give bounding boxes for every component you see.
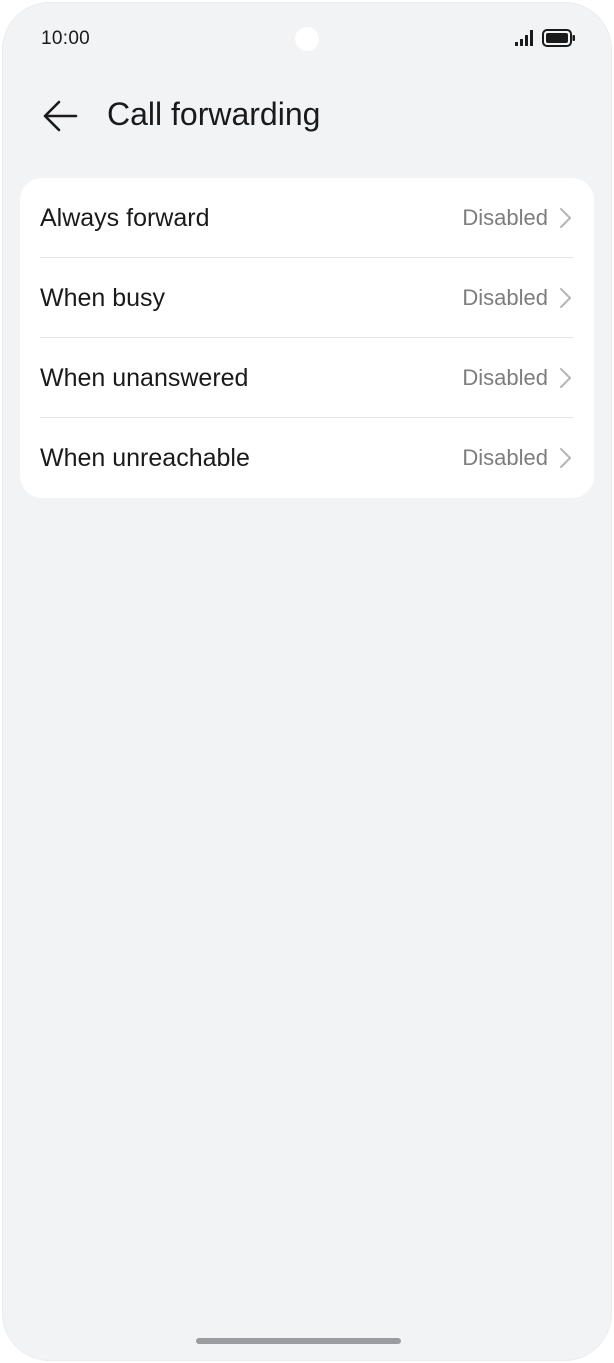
chevron-right-icon xyxy=(560,208,571,228)
page-title: Call forwarding xyxy=(107,96,321,132)
option-label: When unanswered xyxy=(40,363,249,392)
chevron-right-icon xyxy=(560,368,571,388)
status-time: 10:00 xyxy=(41,28,91,49)
back-arrow-icon xyxy=(43,100,78,132)
chevron-right-icon xyxy=(560,288,571,308)
option-label: When unreachable xyxy=(40,443,250,472)
home-indicator[interactable] xyxy=(196,1338,401,1344)
status-bar: 10:00 xyxy=(2,2,612,78)
call-forwarding-options-card: Always forward Disabled When busy Disabl… xyxy=(20,178,594,498)
option-status: Disabled xyxy=(462,205,548,230)
option-label: When busy xyxy=(40,283,166,312)
signal-icon xyxy=(515,30,533,46)
option-when-unreachable[interactable]: When unreachable Disabled xyxy=(20,418,594,498)
option-status: Disabled xyxy=(462,285,548,310)
app-header: Call forwarding xyxy=(2,78,612,152)
battery-icon xyxy=(542,29,575,47)
option-always-forward[interactable]: Always forward Disabled xyxy=(20,178,594,258)
camera-cutout xyxy=(295,27,319,51)
option-when-unanswered[interactable]: When unanswered Disabled xyxy=(20,338,594,418)
back-button[interactable] xyxy=(36,92,84,140)
option-status: Disabled xyxy=(462,445,548,470)
chevron-right-icon xyxy=(560,448,571,468)
option-status: Disabled xyxy=(462,365,548,390)
option-when-busy[interactable]: When busy Disabled xyxy=(20,258,594,338)
option-label: Always forward xyxy=(40,203,210,232)
phone-screen: 10:00 Call forwarding Always forward Dis… xyxy=(2,2,612,1361)
